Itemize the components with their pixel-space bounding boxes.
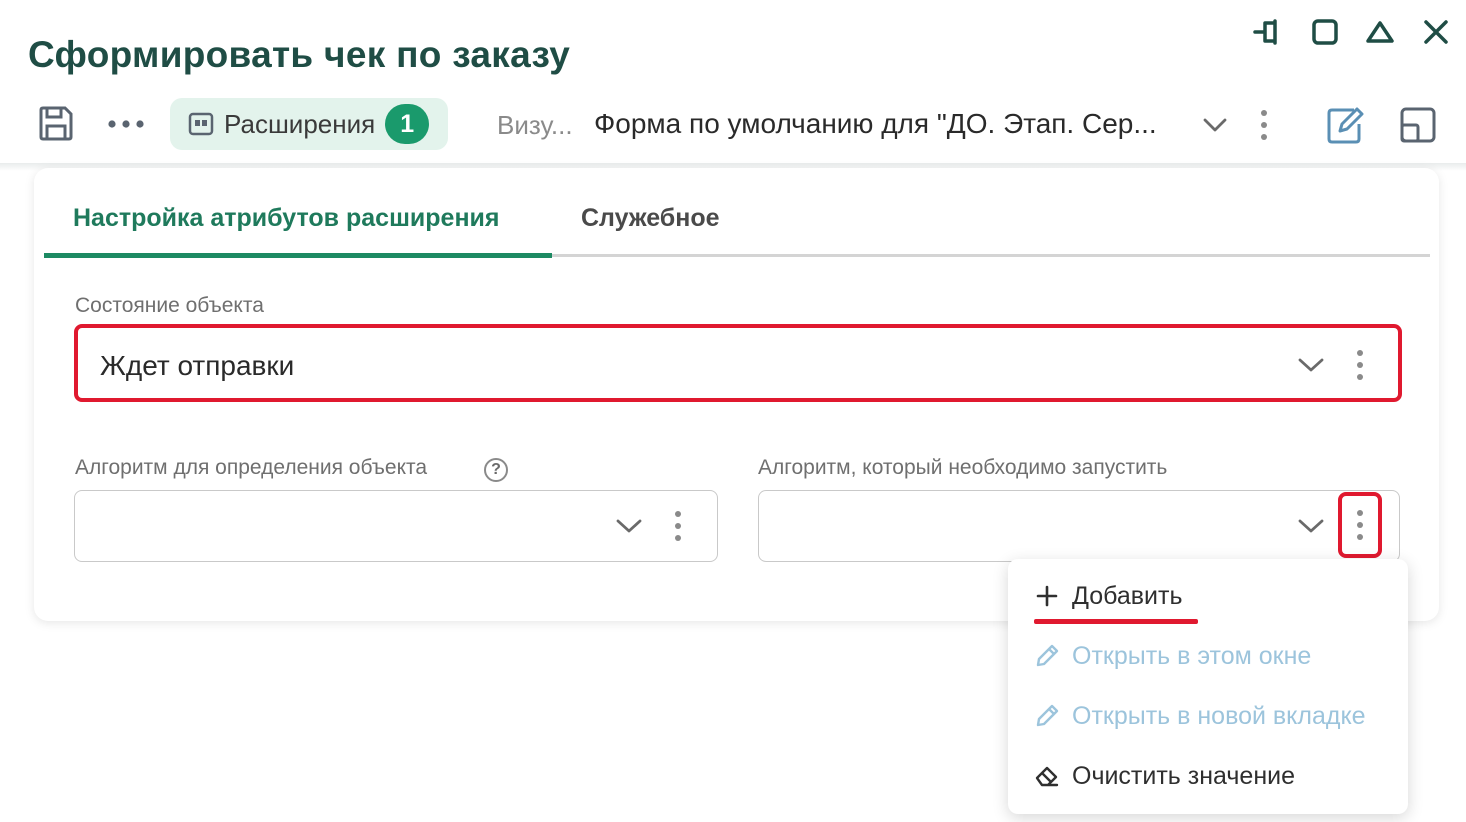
menu-item-open-this-window[interactable]: Открыть в этом окне	[1034, 636, 1311, 676]
extensions-icon	[188, 112, 214, 136]
menu-item-open-new-tab[interactable]: Открыть в новой вкладке	[1034, 696, 1366, 736]
menu-item-label: Открыть в новой вкладке	[1072, 701, 1366, 730]
chevron-down-icon[interactable]	[1296, 352, 1326, 378]
menu-item-clear-value[interactable]: Очистить значение	[1034, 756, 1295, 796]
chevron-down-icon[interactable]	[1296, 513, 1326, 539]
form-select-label: Визу...	[497, 110, 573, 140]
menu-item-label: Добавить	[1072, 581, 1183, 610]
algorithm-run-more-icon[interactable]	[1348, 504, 1372, 546]
layout-icon[interactable]	[1396, 102, 1440, 148]
algorithm-run-label: Алгоритм, который необходимо запустить	[758, 456, 1168, 479]
extensions-label: Расширения	[224, 108, 376, 139]
form-more-icon[interactable]	[1252, 104, 1276, 146]
chevron-down-icon[interactable]	[614, 513, 644, 539]
menu-item-add[interactable]: Добавить	[1034, 576, 1183, 616]
extensions-button[interactable]: Расширения 1	[170, 98, 448, 150]
help-icon[interactable]: ?	[484, 458, 508, 482]
form-select[interactable]: Форма по умолчанию для "ДО. Этап. Сер...	[594, 108, 1157, 140]
algorithm-detect-label: Алгоритм для определения объекта	[75, 456, 428, 479]
menu-item-label: Очистить значение	[1072, 761, 1295, 790]
object-state-label: Состояние объекта	[75, 294, 264, 317]
menu-item-label: Открыть в этом окне	[1072, 641, 1312, 670]
tab-service[interactable]: Служебное	[581, 204, 720, 233]
eraser-icon	[1034, 763, 1060, 789]
pin-icon[interactable]	[1252, 14, 1288, 50]
pencil-icon	[1034, 643, 1060, 669]
maximize-icon[interactable]	[1307, 14, 1343, 50]
extensions-count-badge: 1	[385, 104, 430, 144]
more-horizontal-icon[interactable]	[104, 108, 148, 140]
object-state-select[interactable]: Ждет отправки	[100, 350, 294, 382]
chevron-down-icon[interactable]	[1200, 112, 1230, 138]
window-title: Сформировать чек по заказу	[28, 34, 571, 75]
edit-form-icon[interactable]	[1322, 102, 1368, 148]
plus-icon	[1034, 583, 1060, 609]
pencil-icon	[1034, 703, 1060, 729]
tab-extension-attributes[interactable]: Настройка атрибутов расширения	[73, 204, 500, 233]
add-highlight-underline	[1034, 619, 1198, 624]
close-icon[interactable]	[1418, 14, 1454, 50]
algorithm-detect-more-icon[interactable]	[666, 505, 690, 547]
active-tab-indicator	[44, 253, 552, 258]
collapse-icon[interactable]	[1362, 14, 1398, 50]
save-icon[interactable]	[34, 102, 78, 146]
object-state-more-icon[interactable]	[1348, 344, 1372, 386]
